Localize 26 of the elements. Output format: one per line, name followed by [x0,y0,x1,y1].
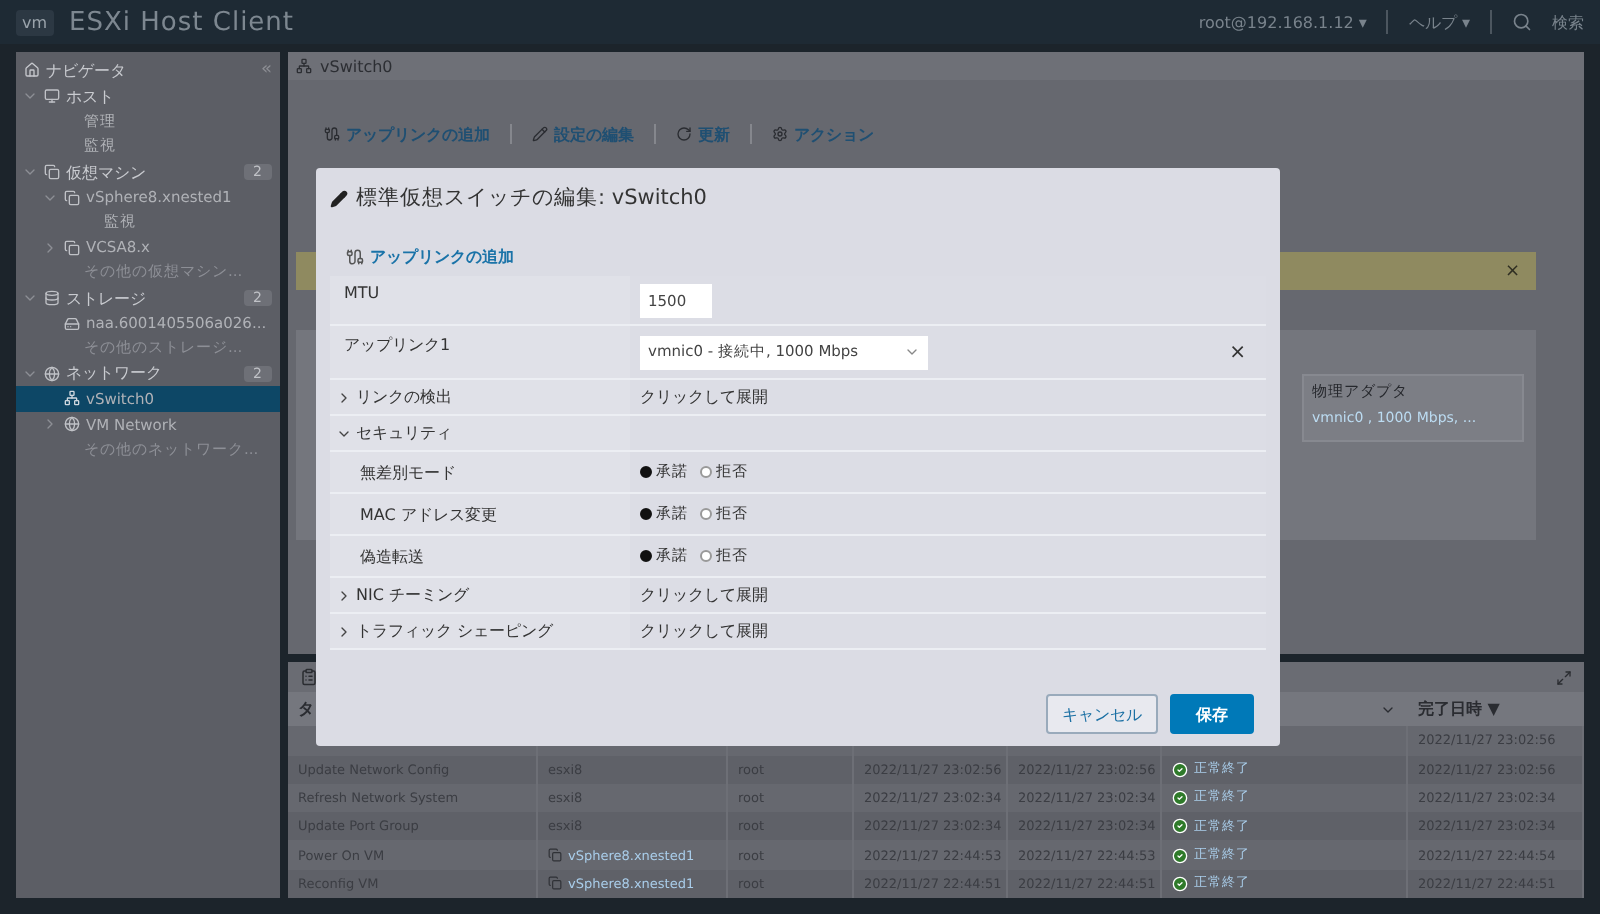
search-link[interactable]: 検索 [1552,11,1584,33]
save-button[interactable]: 保存 [1170,694,1254,734]
app-title: ESXi Host Client [69,7,295,37]
help-menu[interactable]: ヘルプ ▾ [1408,11,1470,33]
field-label: 偽造転送 [358,545,424,567]
field-label: MTU [342,284,380,302]
user-menu[interactable]: root@192.168.1.12 ▾ [1198,13,1367,31]
expand-hint[interactable]: クリックして展開 [640,620,768,642]
field-label[interactable]: リンクの検出 [356,386,452,408]
dialog-title: 標準仮想スイッチの編集: vSwitch0 [356,184,707,212]
field-label[interactable]: セキュリティ [356,422,452,444]
panel-title: vSwitch0 [320,57,393,75]
add-uplink-link[interactable]: アップリンクの追加 [346,246,1266,268]
column-header[interactable]: 完了日時 ▼ [1408,692,1584,727]
field-label: MAC アドレス変更 [358,503,497,525]
collapse-button[interactable]: « [260,60,272,80]
field-label: アップリンク1 [342,334,451,356]
close-button[interactable]: × [1504,261,1520,281]
logo: vm [16,9,54,35]
expand-hint[interactable]: クリックして展開 [640,584,768,606]
tree-item[interactable]: ホスト [16,84,280,110]
field-label: 無差別モード [358,461,456,483]
remove-button[interactable]: × [1221,341,1254,363]
navigator-title: ナビゲータ [46,59,126,81]
expand-hint[interactable]: クリックして展開 [640,386,768,408]
cancel-button[interactable]: キャンセル [1046,694,1158,734]
